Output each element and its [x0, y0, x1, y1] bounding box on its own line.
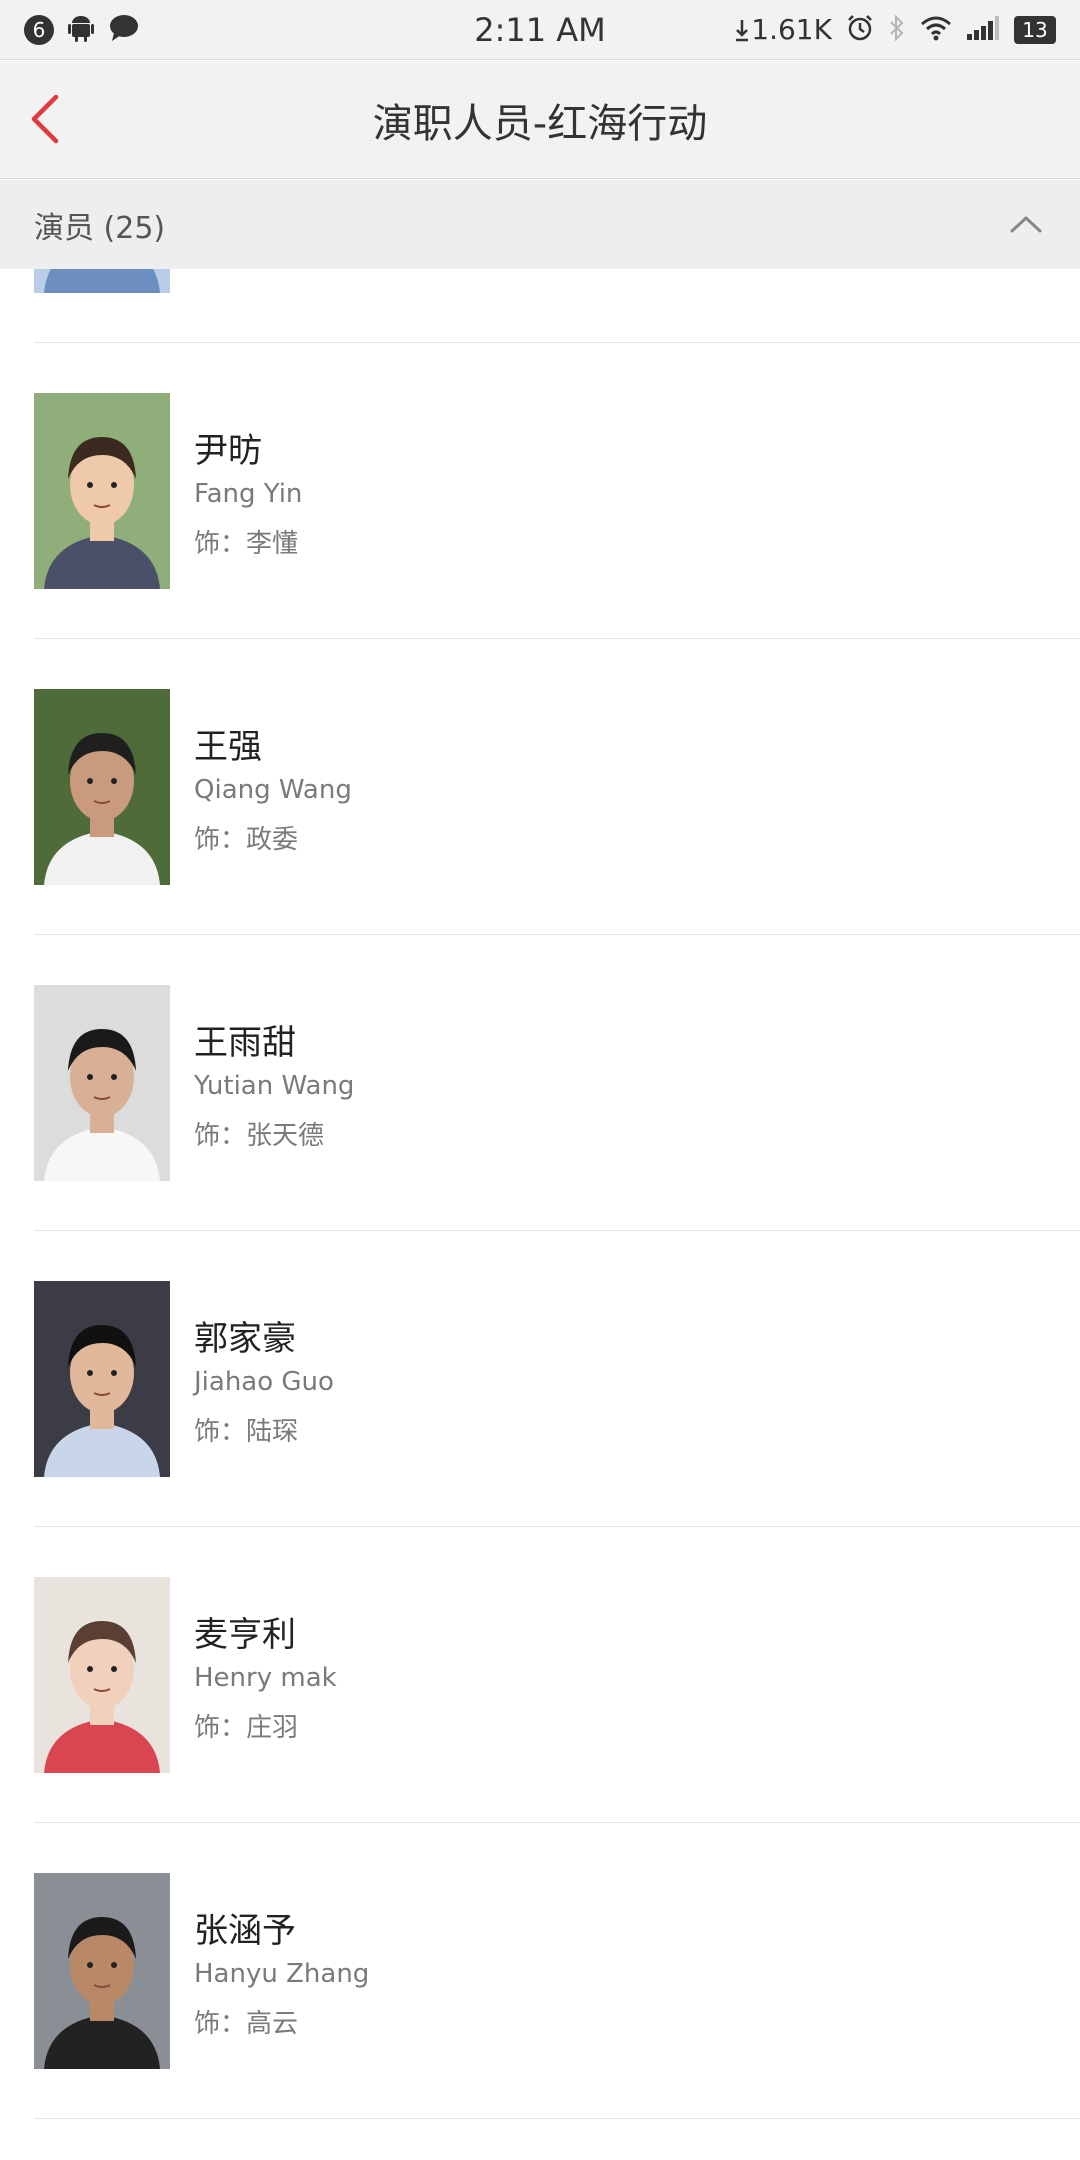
download-arrow-icon [736, 19, 749, 41]
status-left: 6 [24, 13, 140, 47]
actor-photo [34, 393, 170, 589]
cast-row[interactable]: 尹昉 Fang Yin 饰：李懂 [34, 343, 1080, 639]
status-right: 1.61K 13 [735, 13, 1056, 46]
cast-row[interactable]: 张涵予 Hanyu Zhang 饰：高云 [34, 1823, 1080, 2119]
battery-icon: 13 [1014, 15, 1056, 44]
network-speed-text: 1.61K [751, 13, 832, 46]
notification-count-badge: 6 [24, 14, 54, 45]
actor-name-en: Henry mak [194, 1663, 337, 1693]
actor-role: 饰：陆琛 [194, 1417, 299, 1447]
network-speed: 1.61K [735, 13, 832, 46]
actor-photo [34, 1281, 170, 1477]
wifi-icon [920, 15, 952, 45]
cast-list[interactable]: Luxia Jiang饰：佟莉尹昉 Fang Yin 饰：李懂王强 Qiang Wan… [0, 269, 1080, 2160]
actor-role: 饰：高云 [194, 2009, 299, 2039]
actor-name-en: Qiang Wang [194, 775, 352, 805]
actor-photo [34, 1577, 170, 1773]
title-bar: 演职人员-红海行动 [0, 61, 1080, 179]
actor-photo [34, 689, 170, 885]
alarm-icon [846, 14, 874, 46]
actor-name-cn: 郭家豪 [194, 1319, 296, 1359]
status-bar: 6 2:11 AM 1.61K 13 [0, 0, 1080, 60]
back-button[interactable] [18, 91, 74, 147]
actor-name-cn: 尹昉 [194, 431, 262, 471]
section-title: 演员 (25) [34, 210, 166, 246]
cast-row[interactable]: 王雨甜 Yutian Wang 饰：张天德 [34, 935, 1080, 1231]
cast-row[interactable]: 麦亨利 Henry mak 饰：庄羽 [34, 1527, 1080, 1823]
chevron-up-icon[interactable] [1006, 205, 1046, 245]
actor-name-en: Hanyu Zhang [194, 1959, 370, 1989]
chevron-left-icon [31, 94, 59, 144]
actor-name-cn: 王雨甜 [194, 1023, 296, 1063]
actor-role: 饰：政委 [194, 825, 299, 855]
actor-name-en: Yutian Wang [194, 1071, 355, 1101]
actor-role: 饰：李懂 [194, 529, 299, 559]
actor-role: 饰：张天德 [194, 1121, 325, 1151]
signal-icon [966, 15, 1000, 45]
cast-row[interactable]: Luxia Jiang饰：佟莉 [34, 269, 1080, 343]
message-icon [108, 13, 140, 47]
actor-role: 饰：庄羽 [194, 1713, 299, 1743]
cast-row[interactable]: 郭家豪 Jiahao Guo 饰：陆琛 [34, 1231, 1080, 1527]
actor-photo [34, 269, 170, 293]
actor-photo [34, 1873, 170, 2069]
actor-photo [34, 985, 170, 1181]
android-icon [66, 13, 96, 47]
bluetooth-icon [888, 14, 906, 46]
section-header-actors[interactable]: 演员 (25) [0, 180, 1080, 269]
actor-name-en: Jiahao Guo [194, 1367, 334, 1397]
actor-name-en: Fang Yin [194, 479, 303, 509]
actor-name-cn: 麦亨利 [194, 1615, 296, 1655]
actor-name-cn: 张涵予 [194, 1911, 296, 1951]
actor-name-cn: 王强 [194, 727, 262, 767]
cast-list-inner: Luxia Jiang饰：佟莉尹昉 Fang Yin 饰：李懂王强 Qiang Wan… [0, 269, 1080, 2119]
cast-row[interactable]: 王强 Qiang Wang 饰：政委 [34, 639, 1080, 935]
page-title: 演职人员-红海行动 [372, 101, 708, 147]
